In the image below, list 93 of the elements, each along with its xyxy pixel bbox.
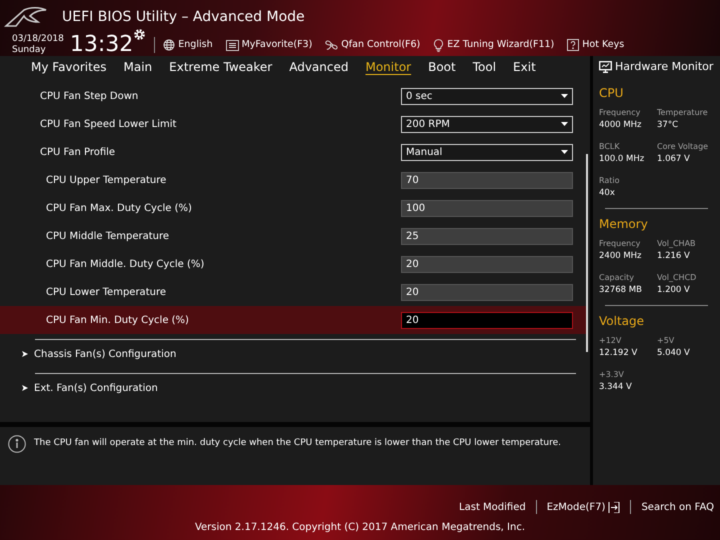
menu-tab[interactable]: My Favorites (26, 58, 112, 76)
info-icon (8, 435, 26, 453)
stat-value: 3.344 V (599, 381, 632, 394)
footer-link[interactable]: EzMode(F7) (546, 500, 620, 514)
setting-label: CPU Fan Min. Duty Cycle (%) (46, 314, 190, 328)
fan-icon (325, 39, 338, 51)
stat-value: 2400 MHz (599, 250, 642, 263)
stat-value: 40x (599, 187, 615, 200)
section-heading: CPU (599, 85, 624, 102)
scrollbar-thumb[interactable] (586, 154, 588, 352)
day-label: Sunday (12, 45, 47, 56)
toolbar-button[interactable]: EZ Tuning Wizard(F11) (433, 38, 554, 52)
stat-value: 5.040 V (657, 347, 690, 360)
stat-label: Vol_CHAB (657, 238, 696, 250)
panel-title: Hardware Monitor (615, 58, 714, 75)
chevron-icon (22, 385, 28, 391)
setting-row[interactable]: CPU Fan Speed Lower Limit 200 RPM (0, 110, 586, 138)
stat-value: 1.067 V (657, 153, 690, 166)
setting-label: CPU Upper Temperature (46, 174, 168, 188)
submenu-link[interactable]: Ext. Fan(s) Configuration (22, 374, 158, 402)
stat-value: 1.200 V (657, 284, 690, 297)
stat-value: 100.0 MHz (599, 153, 644, 166)
stat-label: +3.3V (599, 369, 624, 381)
input-field[interactable]: 25 (401, 228, 573, 244)
lightbulb-icon (433, 38, 444, 52)
chevron-icon (22, 351, 28, 357)
input-field[interactable]: 100 (401, 200, 573, 216)
setting-label: CPU Fan Middle. Duty Cycle (%) (46, 258, 206, 272)
section-heading: Voltage (599, 313, 644, 330)
clock-time: 13:32 (70, 34, 134, 56)
setting-row[interactable]: CPU Fan Middle. Duty Cycle (%) 20 (0, 250, 586, 278)
dropdown-field[interactable]: 200 RPM (401, 116, 573, 132)
input-field[interactable]: 20 (401, 256, 573, 272)
setting-row[interactable]: CPU Fan Min. Duty Cycle (%) 20 (0, 306, 586, 334)
footer-link[interactable]: Last Modified (459, 500, 526, 514)
menu-tab[interactable]: Extreme Tweaker (164, 58, 278, 76)
setting-label: CPU Middle Temperature (46, 230, 170, 244)
input-field[interactable]: 20 (401, 312, 573, 328)
menu-tab[interactable]: Advanced (284, 58, 354, 76)
toolbar-button[interactable]: Hot Keys (567, 38, 624, 52)
stat-label: +5V (657, 335, 674, 347)
dropdown-field[interactable]: Manual (401, 144, 573, 160)
stat-label: BCLK (599, 141, 620, 153)
section-heading: Memory (599, 216, 648, 233)
toolbar-button[interactable]: MyFavorite(F3) (226, 38, 312, 52)
setting-row[interactable]: CPU Lower Temperature 20 (0, 278, 586, 306)
help-text: The CPU fan will operate at the min. duty cycle when the CPU temperature is lower than the CPU lower temperature. (34, 437, 562, 450)
footer-link[interactable]: Search on FAQ (641, 500, 714, 514)
stat-value: 1.216 V (657, 250, 690, 263)
toolbar-button[interactable]: Qfan Control(F6) (325, 38, 420, 52)
globe-icon (163, 39, 176, 51)
setting-label: CPU Fan Speed Lower Limit (40, 118, 178, 132)
stat-label: Vol_CHCD (657, 272, 696, 284)
question-icon (567, 39, 580, 51)
setting-row[interactable]: CPU Middle Temperature 25 (0, 222, 586, 250)
dropdown-field[interactable]: 0 sec (401, 88, 573, 104)
caret-icon (561, 122, 568, 126)
stat-value: 12.192 V (599, 347, 638, 360)
caret-icon (561, 94, 568, 98)
setting-row[interactable]: CPU Upper Temperature 70 (0, 166, 586, 194)
setting-label: CPU Fan Profile (40, 146, 116, 160)
window-title: UEFI BIOS Utility – Advanced Mode (62, 8, 305, 26)
menu-tab[interactable]: Boot (423, 58, 461, 76)
input-field[interactable]: 20 (401, 284, 573, 300)
setting-row[interactable]: CPU Fan Max. Duty Cycle (%) 100 (0, 194, 586, 222)
monitor-icon (599, 61, 612, 73)
setting-row[interactable]: CPU Fan Step Down 0 sec (0, 82, 586, 110)
toolbar-button[interactable]: English (163, 38, 213, 52)
stat-label: Ratio (599, 175, 620, 187)
stat-value: 4000 MHz (599, 119, 642, 132)
list-icon (226, 40, 239, 50)
stat-value: 32768 MB (599, 284, 642, 297)
setting-label: CPU Fan Max. Duty Cycle (%) (46, 202, 193, 216)
menu-tab[interactable]: Exit (508, 58, 541, 76)
menu-tab[interactable]: Main (118, 58, 158, 76)
caret-icon (561, 150, 568, 154)
setting-label: CPU Lower Temperature (46, 286, 167, 300)
submenu-link[interactable]: Chassis Fan(s) Configuration (22, 340, 176, 368)
stat-label: Frequency (599, 107, 640, 119)
menu-tab[interactable]: Tool (468, 58, 502, 76)
menu-tab[interactable]: Monitor (360, 58, 416, 76)
stat-label: Frequency (599, 238, 640, 250)
input-field[interactable]: 70 (401, 172, 573, 188)
settings-icon[interactable] (133, 28, 146, 41)
stat-label: Capacity (599, 272, 634, 284)
stat-label: Temperature (657, 107, 708, 119)
setting-label: CPU Fan Step Down (40, 90, 140, 104)
setting-row[interactable]: CPU Fan Profile Manual (0, 138, 586, 166)
stat-label: +12V (599, 335, 622, 347)
stat-label: Core Voltage (657, 141, 708, 153)
copyright-text: Version 2.17.1246. Copyright (C) 2017 American Megatrends, Inc. (194, 521, 526, 535)
stat-value: 37°C (657, 119, 678, 132)
date-label: 03/18/2018 (12, 34, 64, 45)
